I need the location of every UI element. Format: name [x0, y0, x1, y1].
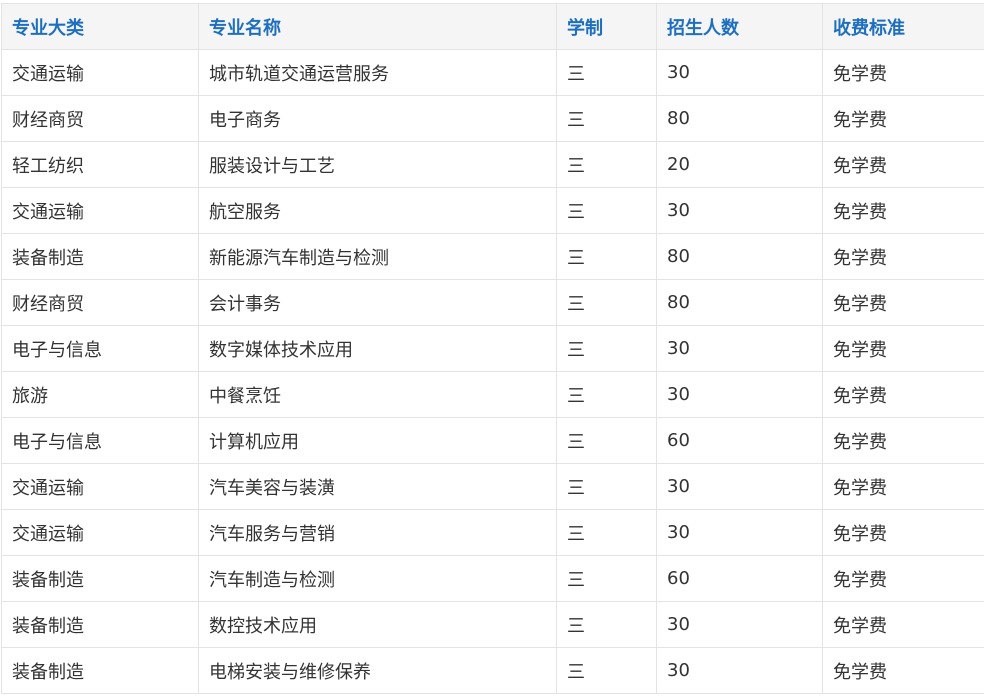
- cell-fee: 免学费: [823, 510, 984, 556]
- cell-category: 交通运输: [2, 50, 199, 96]
- cell-category: 装备制造: [2, 234, 199, 280]
- cell-category: 装备制造: [2, 602, 199, 648]
- cell-fee: 免学费: [823, 556, 984, 602]
- cell-enrollment: 30: [657, 50, 823, 96]
- cell-major-name: 航空服务: [199, 188, 557, 234]
- cell-enrollment: 60: [657, 556, 823, 602]
- cell-enrollment: 80: [657, 234, 823, 280]
- cell-enrollment: 80: [657, 96, 823, 142]
- cell-duration: 三: [557, 234, 657, 280]
- cell-fee: 免学费: [823, 372, 984, 418]
- table-row: 交通运输汽车服务与营销三30免学费: [2, 510, 984, 556]
- cell-fee: 免学费: [823, 188, 984, 234]
- header-major-name: 专业名称: [199, 4, 557, 50]
- cell-major-name: 电子商务: [199, 96, 557, 142]
- cell-fee: 免学费: [823, 326, 984, 372]
- table-row: 装备制造汽车制造与检测三60免学费: [2, 556, 984, 602]
- table-row: 装备制造新能源汽车制造与检测三80免学费: [2, 234, 984, 280]
- majors-table: 专业大类 专业名称 学制 招生人数 收费标准 交通运输城市轨道交通运营服务三30…: [1, 3, 984, 694]
- cell-fee: 免学费: [823, 142, 984, 188]
- cell-category: 轻工纺织: [2, 142, 199, 188]
- cell-major-name: 服装设计与工艺: [199, 142, 557, 188]
- table-row: 电子与信息数字媒体技术应用三30免学费: [2, 326, 984, 372]
- cell-fee: 免学费: [823, 602, 984, 648]
- cell-enrollment: 80: [657, 280, 823, 326]
- header-category: 专业大类: [2, 4, 199, 50]
- cell-major-name: 汽车制造与检测: [199, 556, 557, 602]
- cell-enrollment: 20: [657, 142, 823, 188]
- cell-duration: 三: [557, 648, 657, 694]
- cell-fee: 免学费: [823, 418, 984, 464]
- table-header: 专业大类 专业名称 学制 招生人数 收费标准: [2, 4, 984, 50]
- cell-duration: 三: [557, 188, 657, 234]
- cell-category: 财经商贸: [2, 280, 199, 326]
- cell-enrollment: 30: [657, 510, 823, 556]
- table-row: 电子与信息计算机应用三60免学费: [2, 418, 984, 464]
- cell-enrollment: 60: [657, 418, 823, 464]
- cell-duration: 三: [557, 556, 657, 602]
- cell-duration: 三: [557, 510, 657, 556]
- cell-fee: 免学费: [823, 50, 984, 96]
- cell-category: 电子与信息: [2, 418, 199, 464]
- cell-fee: 免学费: [823, 234, 984, 280]
- cell-major-name: 中餐烹饪: [199, 372, 557, 418]
- cell-category: 电子与信息: [2, 326, 199, 372]
- cell-duration: 三: [557, 326, 657, 372]
- cell-major-name: 汽车服务与营销: [199, 510, 557, 556]
- table-row: 交通运输城市轨道交通运营服务三30免学费: [2, 50, 984, 96]
- table-row: 财经商贸会计事务三80免学费: [2, 280, 984, 326]
- cell-category: 交通运输: [2, 188, 199, 234]
- table-row: 旅游中餐烹饪三30免学费: [2, 372, 984, 418]
- cell-enrollment: 30: [657, 464, 823, 510]
- table-row: 交通运输汽车美容与装潢三30免学费: [2, 464, 984, 510]
- table-row: 装备制造电梯安装与维修保养三30免学费: [2, 648, 984, 694]
- cell-enrollment: 30: [657, 372, 823, 418]
- cell-enrollment: 30: [657, 602, 823, 648]
- cell-major-name: 数字媒体技术应用: [199, 326, 557, 372]
- cell-fee: 免学费: [823, 648, 984, 694]
- header-fee: 收费标准: [823, 4, 984, 50]
- cell-duration: 三: [557, 602, 657, 648]
- cell-category: 装备制造: [2, 648, 199, 694]
- cell-major-name: 会计事务: [199, 280, 557, 326]
- table-row: 交通运输航空服务三30免学费: [2, 188, 984, 234]
- cell-enrollment: 30: [657, 326, 823, 372]
- cell-fee: 免学费: [823, 280, 984, 326]
- cell-duration: 三: [557, 464, 657, 510]
- cell-duration: 三: [557, 418, 657, 464]
- cell-fee: 免学费: [823, 96, 984, 142]
- table-row: 财经商贸电子商务三80免学费: [2, 96, 984, 142]
- cell-major-name: 数控技术应用: [199, 602, 557, 648]
- cell-major-name: 新能源汽车制造与检测: [199, 234, 557, 280]
- cell-category: 旅游: [2, 372, 199, 418]
- cell-category: 财经商贸: [2, 96, 199, 142]
- table-body: 交通运输城市轨道交通运营服务三30免学费财经商贸电子商务三80免学费轻工纺织服装…: [2, 50, 984, 694]
- cell-duration: 三: [557, 96, 657, 142]
- header-duration: 学制: [557, 4, 657, 50]
- cell-enrollment: 30: [657, 648, 823, 694]
- cell-enrollment: 30: [657, 188, 823, 234]
- cell-duration: 三: [557, 280, 657, 326]
- header-row: 专业大类 专业名称 学制 招生人数 收费标准: [2, 4, 984, 50]
- cell-major-name: 城市轨道交通运营服务: [199, 50, 557, 96]
- table-row: 轻工纺织服装设计与工艺三20免学费: [2, 142, 984, 188]
- cell-major-name: 汽车美容与装潢: [199, 464, 557, 510]
- cell-duration: 三: [557, 142, 657, 188]
- header-enrollment: 招生人数: [657, 4, 823, 50]
- cell-category: 交通运输: [2, 464, 199, 510]
- cell-major-name: 计算机应用: [199, 418, 557, 464]
- cell-duration: 三: [557, 372, 657, 418]
- cell-duration: 三: [557, 50, 657, 96]
- cell-major-name: 电梯安装与维修保养: [199, 648, 557, 694]
- table-row: 装备制造数控技术应用三30免学费: [2, 602, 984, 648]
- cell-fee: 免学费: [823, 464, 984, 510]
- cell-category: 装备制造: [2, 556, 199, 602]
- cell-category: 交通运输: [2, 510, 199, 556]
